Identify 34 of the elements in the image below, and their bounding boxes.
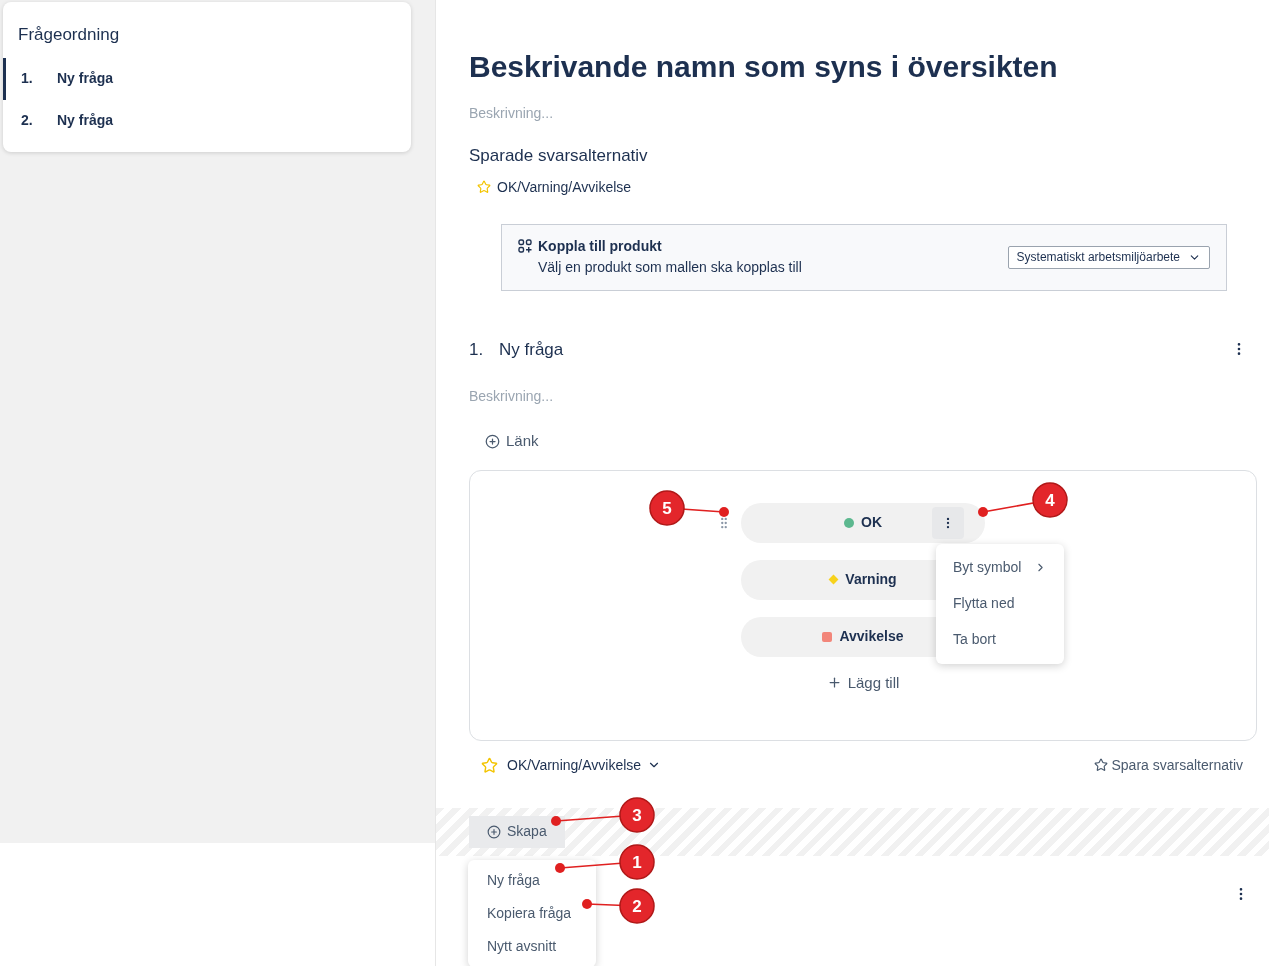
question-order-item[interactable]: 1. Ny fråga — [3, 57, 411, 100]
saved-answer-set[interactable]: OK/Varning/Avvikelse — [497, 176, 632, 198]
item-label: Ny fråga — [57, 111, 114, 130]
add-option-button[interactable]: Lägg till — [826, 671, 900, 694]
star-icon — [1094, 758, 1109, 772]
page-title: Beskrivande namn som syns i översikten — [469, 49, 1059, 85]
link-button[interactable]: Länk — [485, 430, 539, 453]
product-link-subtitle: Välj en produkt som mallen ska kopplas till — [538, 258, 802, 277]
question-description-field[interactable]: Beskrivning... — [469, 386, 969, 407]
item-label: Ny fråga — [57, 69, 114, 88]
product-link-title: Koppla till produkt — [538, 237, 663, 256]
star-icon — [481, 756, 498, 774]
question-title: Ny fråga — [499, 338, 564, 361]
panel-title: Frågeordning — [17, 24, 121, 46]
create-button[interactable]: Skapa — [469, 815, 565, 848]
item-number: 2. — [21, 111, 34, 130]
answer-label: OK — [861, 513, 882, 532]
answer-set-select[interactable]: OK/Varning/Avvikelse — [507, 754, 662, 776]
question-order-item[interactable]: 2. Ny fråga — [3, 99, 411, 142]
question-number: 1. — [469, 338, 485, 361]
plus-circle-icon — [487, 824, 501, 839]
menu-item[interactable]: Nytt avsnitt — [468, 929, 596, 963]
save-answer-set-button[interactable]: Spara svarsalternativ — [1094, 754, 1243, 776]
grid-plus-icon — [518, 239, 532, 253]
section-heading: Sparade svarsalternativ — [469, 145, 649, 167]
answer-option[interactable]: OK — [741, 502, 985, 543]
star-icon — [477, 180, 491, 194]
plus-circle-icon — [485, 433, 500, 449]
answer-label: Avvikelse — [839, 627, 904, 646]
product-select[interactable]: Systematiskt arbetsmiljöarbete — [1007, 245, 1210, 269]
plus-icon — [826, 675, 842, 691]
answer-label: Varning — [845, 570, 897, 589]
item-number: 1. — [21, 69, 34, 88]
description-field[interactable]: Beskrivning... — [469, 103, 969, 124]
